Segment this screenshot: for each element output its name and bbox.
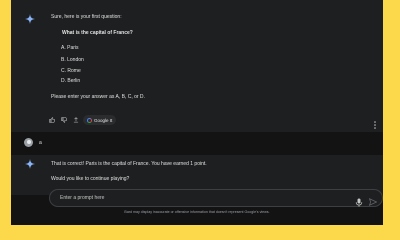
user-message-text: a bbox=[39, 140, 42, 146]
mic-icon[interactable] bbox=[355, 194, 363, 207]
chat-screen: Sure, here is your first question: What … bbox=[11, 0, 383, 225]
prompt-placeholder: Enter a prompt here bbox=[60, 195, 105, 201]
more-vert-icon[interactable] bbox=[373, 116, 377, 129]
response-intro: Sure, here is your first question: bbox=[51, 14, 122, 20]
google-it-button[interactable]: Google It bbox=[83, 115, 117, 125]
google-it-label: Google It bbox=[94, 117, 113, 123]
bard-response: Sure, here is your first question: What … bbox=[11, 0, 383, 132]
bard-sparkle-icon bbox=[25, 159, 35, 169]
share-icon[interactable] bbox=[71, 116, 80, 125]
question-text: What is the capital of France? bbox=[62, 30, 133, 36]
option-b: B. London bbox=[61, 57, 84, 63]
disclaimer: Bard may display inaccurate or offensive… bbox=[124, 210, 270, 214]
user-message: a bbox=[11, 136, 383, 150]
option-c: C. Rome bbox=[61, 68, 81, 74]
response-actions: Google It bbox=[47, 115, 117, 125]
avatar bbox=[24, 138, 33, 147]
thumb-up-icon[interactable] bbox=[47, 116, 56, 125]
answer-instruction: Please enter your answer as A, B, C, or … bbox=[51, 94, 145, 100]
thumb-down-icon[interactable] bbox=[59, 116, 68, 125]
response-2-line1: That is correct! Paris is the capital of… bbox=[51, 161, 207, 167]
response-2-line2: Would you like to continue playing? bbox=[51, 176, 130, 182]
option-d: D. Berlin bbox=[61, 78, 81, 84]
send-icon[interactable] bbox=[368, 193, 378, 206]
bard-sparkle-icon bbox=[25, 14, 35, 24]
option-a: A. Paris bbox=[61, 45, 79, 51]
google-icon bbox=[87, 117, 92, 123]
prompt-input[interactable]: Enter a prompt here bbox=[49, 189, 383, 207]
